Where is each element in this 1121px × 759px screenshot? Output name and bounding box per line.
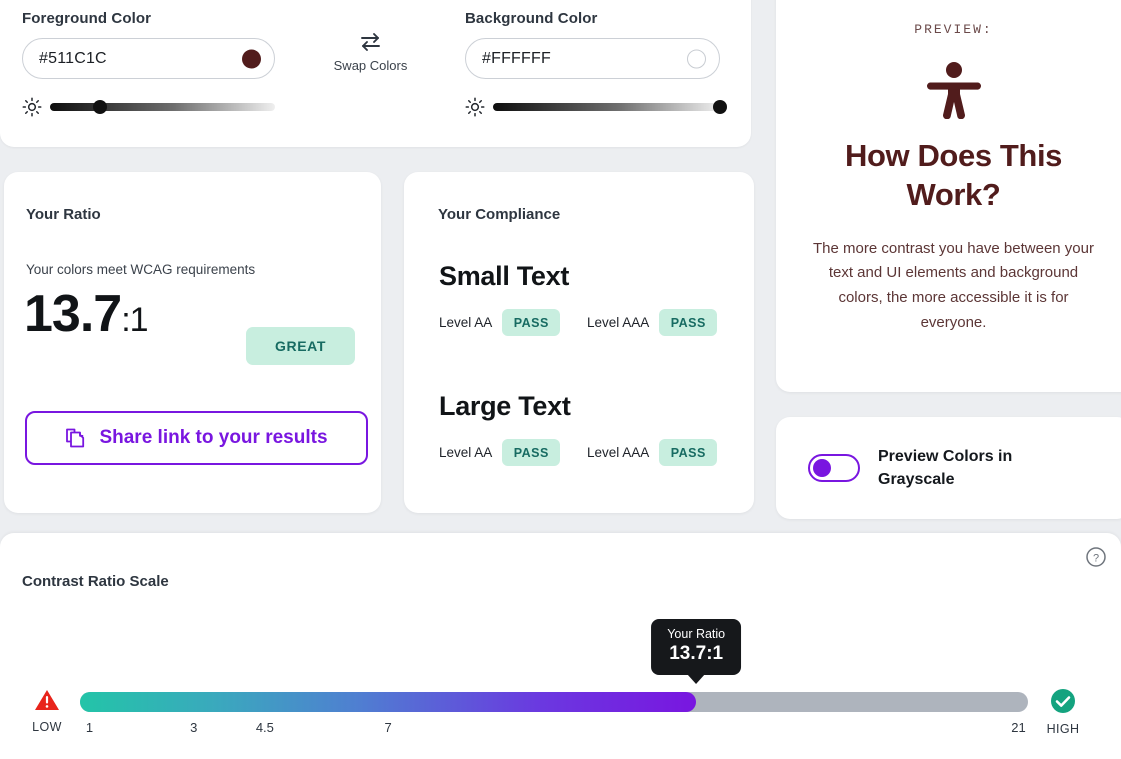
foreground-color-input[interactable]: [39, 49, 219, 68]
scale-low-endcap: LOW: [19, 688, 75, 734]
foreground-color-field[interactable]: [22, 38, 275, 79]
your-compliance-card: Your Compliance Small Text Level AA PASS…: [404, 172, 754, 513]
foreground-color-group: Foreground Color: [22, 10, 275, 117]
level-label: Level AAA: [587, 315, 650, 330]
foreground-color-label: Foreground Color: [22, 10, 152, 27]
background-color-field[interactable]: [465, 38, 720, 79]
scale-tick: 4.5: [255, 720, 274, 735]
contrast-checker-page: Foreground Color #511C1C Swap Colors Bac…: [0, 0, 1121, 759]
scale-high-label: HIGH: [1046, 722, 1080, 736]
level-status-badge: PASS: [659, 439, 718, 466]
preview-kicker: PREVIEW:: [914, 22, 993, 37]
scale-tick: 21: [1011, 720, 1026, 735]
compliance-level-aaa: Level AAA PASS: [587, 309, 718, 336]
svg-text:?: ?: [1093, 553, 1099, 565]
preview-title: How Does This Work?: [845, 138, 1062, 212]
scale-row: LOW HIGH 1 3 4.5 7 21 Your Ratio 13.7:1: [0, 619, 1121, 759]
share-link-button[interactable]: Share link to your results: [25, 411, 368, 465]
background-brightness-row: [465, 97, 727, 117]
check-circle-icon: [1051, 689, 1075, 713]
tooltip-label: Your Ratio: [667, 627, 726, 641]
contrast-ratio-scale-title: Contrast Ratio Scale: [22, 573, 169, 590]
level-status-badge: PASS: [659, 309, 718, 336]
copy-icon: [66, 428, 85, 448]
level-status-badge: PASS: [502, 309, 561, 336]
level-label: Level AA: [439, 315, 493, 330]
foreground-slider-knob[interactable]: [92, 100, 107, 114]
compliance-heading: Small Text: [439, 261, 570, 291]
foreground-color-swatch[interactable]: [242, 49, 261, 68]
warning-triangle-icon: [35, 690, 59, 710]
accessibility-person-icon: [926, 62, 981, 119]
swap-arrows-icon: [361, 33, 380, 51]
your-ratio-tooltip: Your Ratio 13.7:1: [651, 619, 742, 675]
scale-bar-fill: [80, 692, 697, 712]
background-color-label: Background Color: [465, 10, 598, 27]
background-color-swatch[interactable]: [687, 49, 706, 68]
grayscale-toggle-label: Preview Colors in Grayscale: [878, 447, 1013, 488]
level-label: Level AA: [439, 445, 493, 460]
ratio-value: 13.7:1: [24, 284, 149, 344]
compliance-level-aaa: Level AAA PASS: [587, 439, 718, 466]
tooltip-value: 13.7:1: [669, 643, 724, 664]
swap-colors-button[interactable]: Swap Colors: [333, 30, 408, 73]
scale-tick: 1: [85, 720, 94, 735]
scale-high-endcap: HIGH: [1035, 688, 1091, 736]
foreground-slider-track: [50, 103, 275, 111]
contrast-scale-bar[interactable]: [80, 692, 1028, 712]
grayscale-toggle[interactable]: [808, 454, 860, 482]
compliance-heading: Large Text: [439, 391, 571, 421]
your-ratio-card: Your Ratio Your colors meet WCAG require…: [4, 172, 381, 513]
background-slider-track: [493, 103, 720, 111]
compliance-level-aa: Level AA PASS: [439, 439, 587, 466]
scale-low-label: LOW: [32, 720, 62, 734]
contrast-ratio-scale-panel: Contrast Ratio Scale ? LOW HIGH 1 3 4.5 …: [0, 533, 1121, 759]
level-status-badge: PASS: [502, 439, 561, 466]
background-slider-knob[interactable]: [713, 100, 727, 114]
grayscale-toggle-card: Preview Colors in Grayscale: [776, 417, 1121, 519]
scale-tick: 3: [190, 720, 198, 735]
ratio-suffix: :1: [121, 301, 148, 339]
compliance-section-small-text: Small Text Level AA PASS Level AAA PASS: [439, 261, 724, 336]
preview-body: The more contrast you have between your …: [813, 239, 1094, 331]
compliance-levels: Level AA PASS Level AAA PASS: [439, 309, 724, 336]
scale-tick-labels: 1 3 4.5 7 21: [80, 720, 1028, 740]
color-inputs-panel: Foreground Color #511C1C Swap Colors Bac…: [0, 0, 751, 147]
question-circle-icon[interactable]: ?: [1085, 546, 1107, 568]
ratio-number: 13.7: [24, 285, 122, 343]
level-label: Level AAA: [587, 445, 650, 460]
compliance-section-large-text: Large Text Level AA PASS Level AAA PASS: [439, 391, 724, 466]
compliance-levels: Level AA PASS Level AAA PASS: [439, 439, 724, 466]
your-compliance-title: Your Compliance: [438, 206, 561, 223]
background-brightness-slider[interactable]: [493, 100, 727, 114]
foreground-brightness-slider[interactable]: [50, 100, 275, 114]
compliance-level-aa: Level AA PASS: [439, 309, 587, 336]
background-color-input[interactable]: [482, 49, 662, 68]
toggle-knob: [813, 459, 831, 477]
brightness-sun-icon: [22, 97, 42, 117]
background-color-group: Background Color: [465, 10, 727, 117]
brightness-sun-icon: [465, 97, 485, 117]
preview-panel: PREVIEW: How Does This Work? The more co…: [776, 0, 1121, 392]
your-ratio-title: Your Ratio: [26, 206, 101, 223]
share-link-label: Share link to your results: [99, 427, 328, 448]
foreground-brightness-row: [22, 97, 275, 117]
ratio-status-badge: GREAT: [246, 327, 355, 365]
swap-colors-label: Swap Colors: [333, 58, 408, 73]
your-ratio-subtitle: Your colors meet WCAG requirements: [26, 262, 256, 277]
scale-tick: 7: [384, 720, 392, 735]
